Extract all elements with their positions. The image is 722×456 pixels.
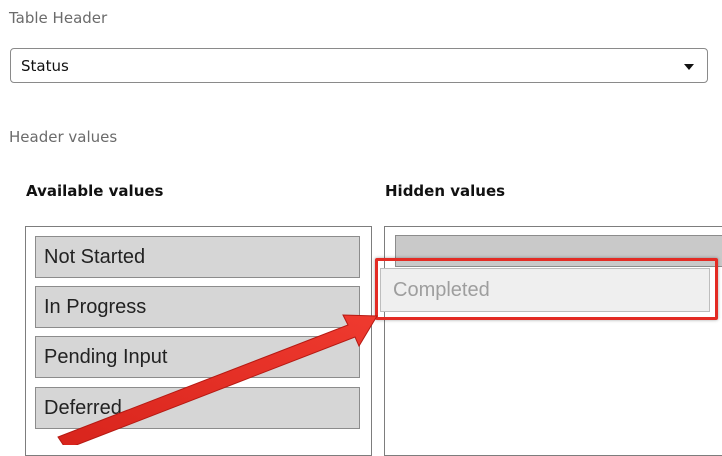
arrow-shape (57, 314, 378, 445)
arrow-icon (57, 314, 378, 445)
